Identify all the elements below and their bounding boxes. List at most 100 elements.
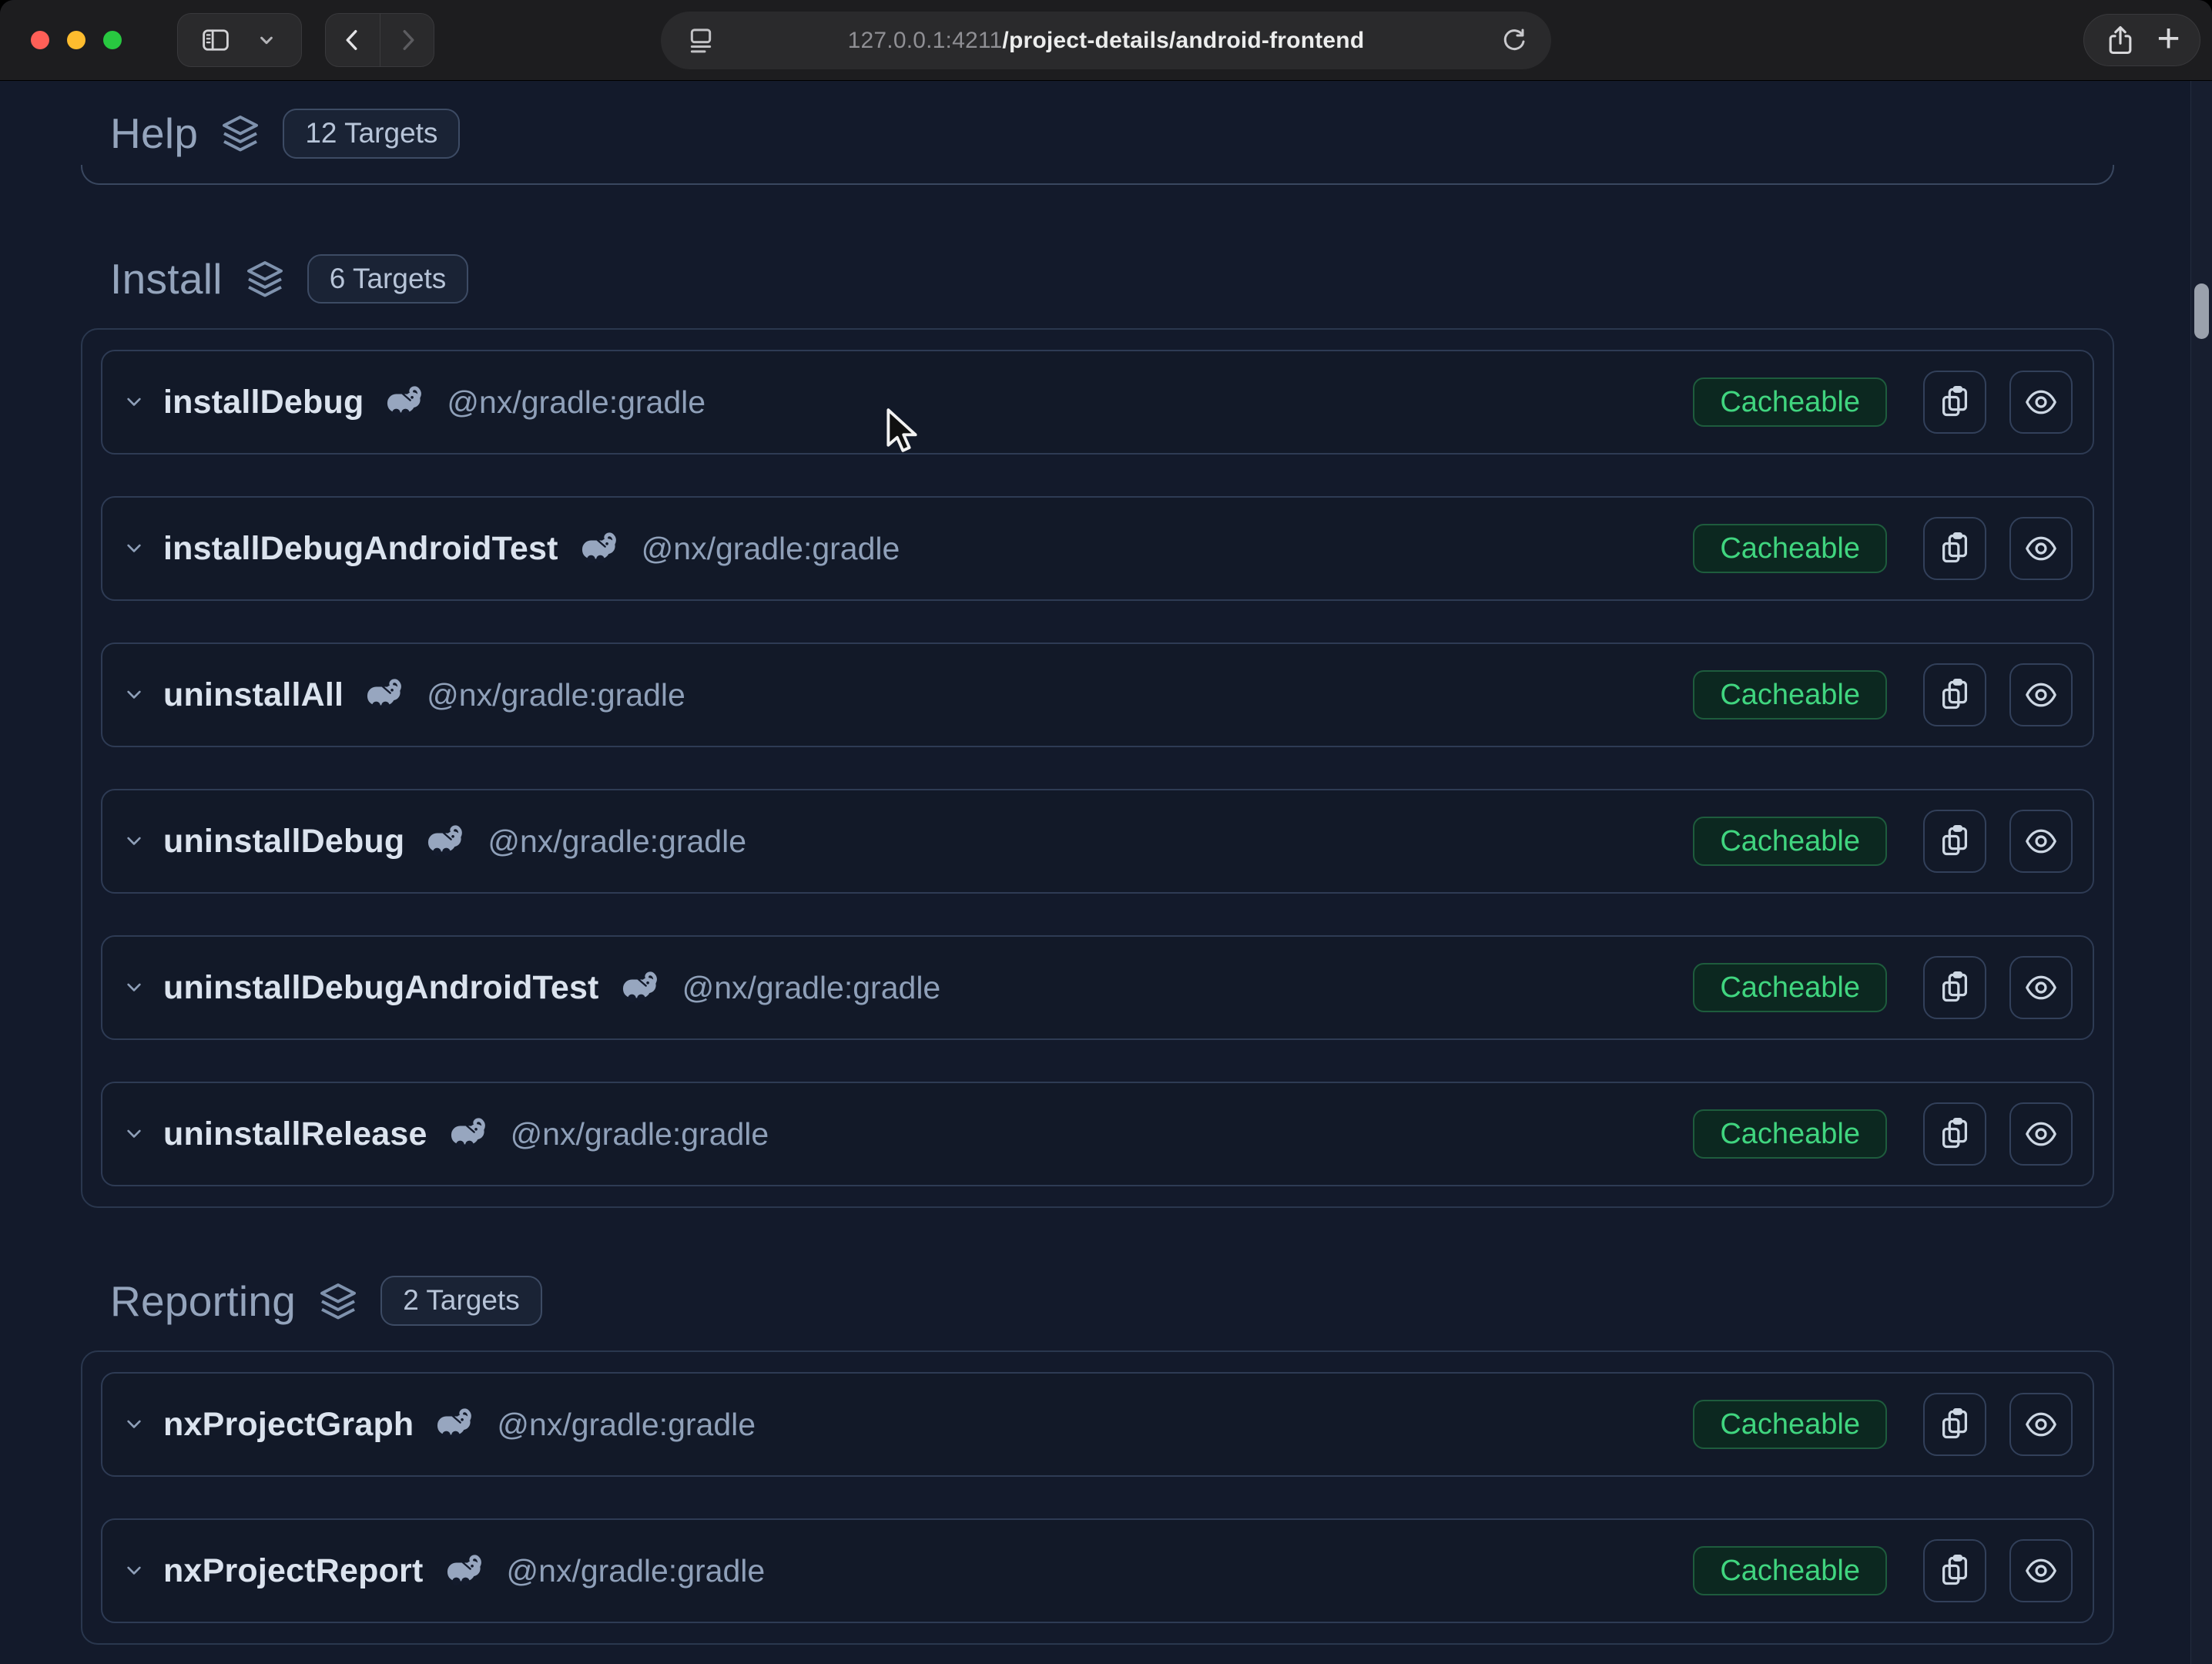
target-row[interactable]: installDebug @n (101, 350, 2094, 455)
browser-toolbar: 127.0.0.1:4211/project-details/android-f… (0, 0, 2212, 81)
target-group-help: Help 12 Targets (81, 109, 2114, 185)
url-text: 127.0.0.1:4211/project-details/android-f… (848, 28, 1365, 54)
target-row[interactable]: installDebugAndroidTest (101, 496, 2094, 601)
copy-icon (1937, 531, 1972, 566)
target-count-badge: 12 Targets (283, 109, 460, 159)
view-details-button[interactable] (2009, 371, 2073, 434)
new-tab-button[interactable]: + (2157, 18, 2180, 59)
scrollbar-thumb[interactable] (2194, 283, 2209, 339)
group-title: Help (110, 109, 198, 158)
chevron-down-icon (122, 1122, 146, 1146)
eye-icon (2023, 1407, 2059, 1442)
target-row[interactable]: uninstallDebugAndroidTest (101, 935, 2094, 1040)
eye-icon (2023, 824, 2059, 859)
target-count-badge: 2 Targets (380, 1276, 542, 1326)
eye-icon (2023, 1553, 2059, 1589)
target-executor: @nx/gradle:gradle (488, 824, 746, 860)
gradle-elephant-icon (362, 677, 407, 713)
target-row[interactable]: uninstallRelease (101, 1082, 2094, 1186)
copy-icon (1937, 1553, 1972, 1589)
target-executor: @nx/gradle:gradle (507, 1553, 766, 1589)
eye-icon (2023, 384, 2059, 420)
mouse-cursor (886, 408, 918, 455)
forward-icon (394, 26, 421, 54)
reload-icon (1499, 25, 1530, 56)
copy-icon (1937, 1116, 1972, 1152)
copy-button[interactable] (1923, 1539, 1986, 1602)
group-title: Reporting (110, 1277, 296, 1326)
gradle-elephant-icon (432, 1407, 477, 1442)
back-button[interactable] (326, 13, 380, 67)
back-icon (339, 26, 367, 54)
target-executor: @nx/gradle:gradle (511, 1116, 769, 1152)
target-count-badge: 6 Targets (307, 254, 469, 304)
copy-button[interactable] (1923, 810, 1986, 873)
target-row[interactable]: nxProjectReport (101, 1518, 2094, 1623)
cacheable-badge: Cacheable (1693, 1109, 1887, 1159)
install-targets-list: installDebug @n (81, 328, 2114, 1208)
target-name: uninstallAll (163, 676, 344, 714)
group-heading-install: Install 6 Targets (110, 254, 2114, 304)
view-details-button[interactable] (2009, 1539, 2073, 1602)
target-name: uninstallDebug (163, 823, 404, 861)
target-row[interactable]: uninstallAll @n (101, 642, 2094, 747)
eye-icon (2023, 677, 2059, 713)
share-icon (2103, 23, 2137, 57)
chevron-down-icon (122, 1558, 146, 1583)
view-details-button[interactable] (2009, 956, 2073, 1019)
copy-button[interactable] (1923, 663, 1986, 726)
cacheable-badge: Cacheable (1693, 670, 1887, 720)
share-button[interactable] (2103, 23, 2137, 57)
sidebar-toggle-button[interactable] (199, 24, 232, 56)
gradle-elephant-icon (442, 1553, 487, 1589)
copy-icon (1937, 384, 1972, 420)
layers-icon (317, 1280, 360, 1323)
copy-icon (1937, 824, 1972, 859)
sidebar-icon (199, 24, 232, 56)
eye-icon (2023, 970, 2059, 1005)
target-group-install: Install 6 Targets installDebug (81, 254, 2114, 1209)
address-bar[interactable]: 127.0.0.1:4211/project-details/android-f… (661, 12, 1551, 69)
target-group-reporting: Reporting 2 Targets nxProjectGraph (81, 1276, 2114, 1645)
cacheable-badge: Cacheable (1693, 377, 1887, 427)
zoom-window-button[interactable] (103, 31, 122, 49)
cacheable-badge: Cacheable (1693, 524, 1887, 573)
url-path: /project-details/android-frontend (1002, 28, 1364, 53)
eye-icon (2023, 531, 2059, 566)
view-details-button[interactable] (2009, 1102, 2073, 1166)
view-details-button[interactable] (2009, 810, 2073, 873)
page-settings-icon[interactable] (685, 25, 716, 56)
chevron-down-icon (122, 390, 146, 414)
target-executor: @nx/gradle:gradle (642, 531, 900, 567)
toolbar-right-group: + (2083, 14, 2200, 66)
target-name: installDebug (163, 384, 364, 421)
forward-button[interactable] (380, 13, 434, 67)
eye-icon (2023, 1116, 2059, 1152)
copy-button[interactable] (1923, 956, 1986, 1019)
target-row[interactable]: nxProjectGraph (101, 1372, 2094, 1477)
tab-overview-chevron-button[interactable] (253, 27, 280, 53)
gradle-elephant-icon (446, 1116, 491, 1152)
help-group-bottom-edge (81, 165, 2114, 185)
view-details-button[interactable] (2009, 663, 2073, 726)
gradle-elephant-icon (382, 384, 427, 420)
sidebar-toggle-group (177, 13, 302, 67)
target-name: installDebugAndroidTest (163, 530, 558, 568)
gradle-elephant-icon (577, 531, 622, 566)
copy-button[interactable] (1923, 1102, 1986, 1166)
cacheable-badge: Cacheable (1693, 963, 1887, 1012)
view-details-button[interactable] (2009, 517, 2073, 580)
close-window-button[interactable] (31, 31, 49, 49)
copy-button[interactable] (1923, 517, 1986, 580)
cacheable-badge: Cacheable (1693, 817, 1887, 866)
reload-button[interactable] (1499, 25, 1530, 56)
copy-button[interactable] (1923, 1393, 1986, 1456)
copy-button[interactable] (1923, 371, 1986, 434)
chevron-down-icon (122, 683, 146, 707)
copy-icon (1937, 1407, 1972, 1442)
target-row[interactable]: uninstallDebug (101, 789, 2094, 894)
view-details-button[interactable] (2009, 1393, 2073, 1456)
minimize-window-button[interactable] (67, 31, 85, 49)
layers-icon (219, 112, 262, 155)
scrollbar-track[interactable] (2190, 81, 2212, 1664)
